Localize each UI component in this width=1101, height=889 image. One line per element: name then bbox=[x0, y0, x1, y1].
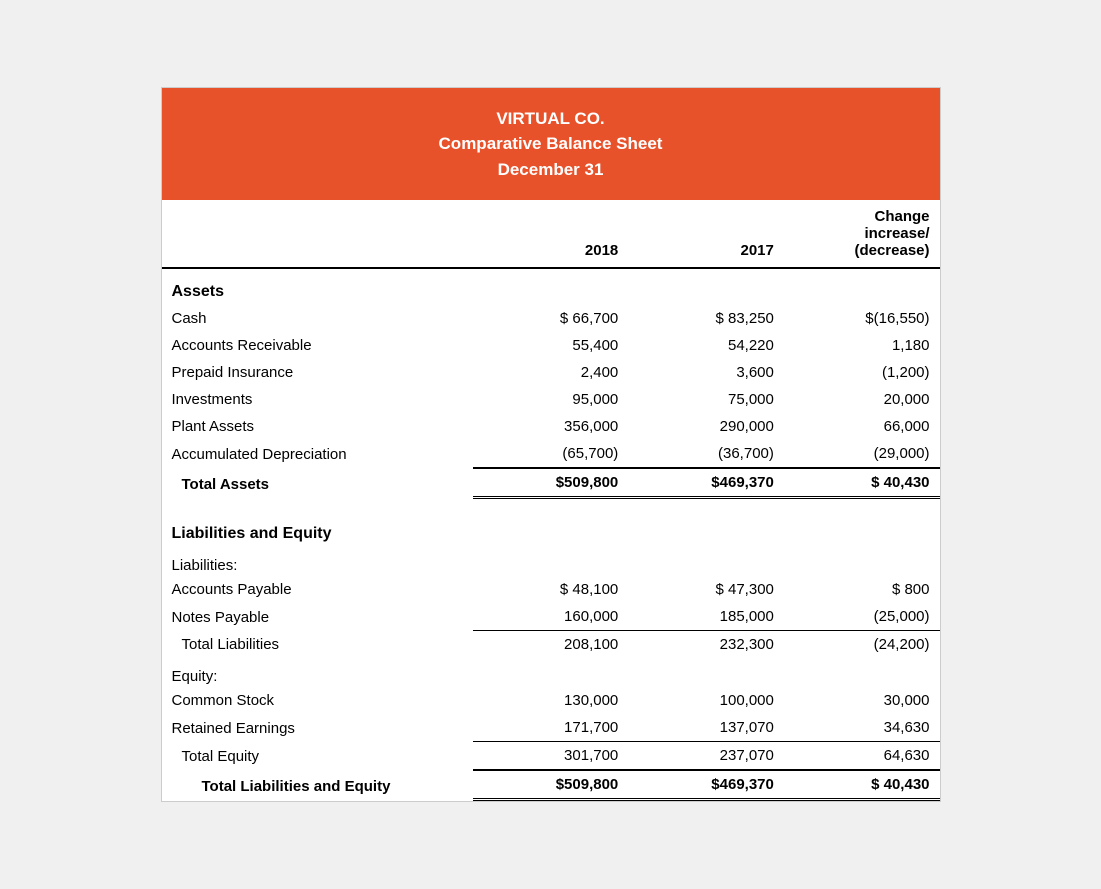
total-liabilities-equity-row: Total Liabilities and Equity $509,800 $4… bbox=[162, 770, 940, 800]
table-row: Accumulated Depreciation (65,700) (36,70… bbox=[162, 440, 940, 468]
total-liabilities-label: Total Liabilities bbox=[162, 631, 473, 659]
retained-earnings-2017: 137,070 bbox=[628, 714, 784, 742]
table-row: Investments 95,000 75,000 20,000 bbox=[162, 386, 940, 413]
common-stock-change: 30,000 bbox=[784, 687, 940, 714]
retained-earnings-2018: 171,700 bbox=[473, 714, 629, 742]
total-assets-change: $ 40,430 bbox=[784, 468, 940, 498]
total-liabilities-equity-label: Total Liabilities and Equity bbox=[162, 770, 473, 800]
total-liabilities-change: (24,200) bbox=[784, 631, 940, 659]
cash-2017: $ 83,250 bbox=[628, 305, 784, 332]
ap-change: $ 800 bbox=[784, 576, 940, 603]
table-row: Plant Assets 356,000 290,000 66,000 bbox=[162, 413, 940, 440]
table-row: Notes Payable 160,000 185,000 (25,000) bbox=[162, 603, 940, 631]
ap-label: Accounts Payable bbox=[162, 576, 473, 603]
np-2017: 185,000 bbox=[628, 603, 784, 631]
plant-2017: 290,000 bbox=[628, 413, 784, 440]
accum-dep-2017: (36,700) bbox=[628, 440, 784, 468]
total-equity-row: Total Equity 301,700 237,070 64,630 bbox=[162, 742, 940, 771]
total-liabilities-2018: 208,100 bbox=[473, 631, 629, 659]
accum-dep-label: Accumulated Depreciation bbox=[162, 440, 473, 468]
total-le-change: $ 40,430 bbox=[784, 770, 940, 800]
prepaid-2018: 2,400 bbox=[473, 359, 629, 386]
plant-change: 66,000 bbox=[784, 413, 940, 440]
total-equity-2017: 237,070 bbox=[628, 742, 784, 771]
table-row: Retained Earnings 171,700 137,070 34,630 bbox=[162, 714, 940, 742]
report-date: December 31 bbox=[172, 157, 930, 183]
equity-sub-header: Equity: bbox=[162, 658, 940, 687]
table-row: Accounts Payable $ 48,100 $ 47,300 $ 800 bbox=[162, 576, 940, 603]
table-row: Prepaid Insurance 2,400 3,600 (1,200) bbox=[162, 359, 940, 386]
col-label-header bbox=[162, 200, 473, 268]
plant-2018: 356,000 bbox=[473, 413, 629, 440]
retained-earnings-label: Retained Earnings bbox=[162, 714, 473, 742]
prepaid-change: (1,200) bbox=[784, 359, 940, 386]
common-stock-2017: 100,000 bbox=[628, 687, 784, 714]
accum-dep-change: (29,000) bbox=[784, 440, 940, 468]
np-label: Notes Payable bbox=[162, 603, 473, 631]
prepaid-2017: 3,600 bbox=[628, 359, 784, 386]
total-equity-change: 64,630 bbox=[784, 742, 940, 771]
total-assets-2018: $509,800 bbox=[473, 468, 629, 498]
table-row: Accounts Receivable 55,400 54,220 1,180 bbox=[162, 332, 940, 359]
investments-change: 20,000 bbox=[784, 386, 940, 413]
np-2018: 160,000 bbox=[473, 603, 629, 631]
investments-2017: 75,000 bbox=[628, 386, 784, 413]
liabilities-equity-label: Liabilities and Equity bbox=[162, 511, 940, 547]
retained-earnings-change: 34,630 bbox=[784, 714, 940, 742]
cash-label: Cash bbox=[162, 305, 473, 332]
table-header: VIRTUAL CO. Comparative Balance Sheet De… bbox=[162, 88, 940, 201]
accum-dep-2018: (65,700) bbox=[473, 440, 629, 468]
liabilities-sub-label: Liabilities: bbox=[162, 547, 940, 576]
total-le-2017: $469,370 bbox=[628, 770, 784, 800]
cash-change: $(16,550) bbox=[784, 305, 940, 332]
balance-sheet-container: VIRTUAL CO. Comparative Balance Sheet De… bbox=[161, 87, 941, 803]
investments-label: Investments bbox=[162, 386, 473, 413]
common-stock-2018: 130,000 bbox=[473, 687, 629, 714]
table-row: Common Stock 130,000 100,000 30,000 bbox=[162, 687, 940, 714]
ar-2017: 54,220 bbox=[628, 332, 784, 359]
ar-label: Accounts Receivable bbox=[162, 332, 473, 359]
cash-2018: $ 66,700 bbox=[473, 305, 629, 332]
total-liabilities-2017: 232,300 bbox=[628, 631, 784, 659]
equity-sub-label: Equity: bbox=[162, 658, 940, 687]
spacer-row bbox=[162, 498, 940, 512]
common-stock-label: Common Stock bbox=[162, 687, 473, 714]
table-row: Cash $ 66,700 $ 83,250 $(16,550) bbox=[162, 305, 940, 332]
assets-section-header: Assets bbox=[162, 268, 940, 305]
investments-2018: 95,000 bbox=[473, 386, 629, 413]
col-2017-header: 2017 bbox=[628, 200, 784, 268]
liabilities-sub-header: Liabilities: bbox=[162, 547, 940, 576]
assets-label: Assets bbox=[162, 268, 940, 305]
total-equity-2018: 301,700 bbox=[473, 742, 629, 771]
ap-2017: $ 47,300 bbox=[628, 576, 784, 603]
total-equity-label: Total Equity bbox=[162, 742, 473, 771]
np-change: (25,000) bbox=[784, 603, 940, 631]
ar-change: 1,180 bbox=[784, 332, 940, 359]
total-assets-label: Total Assets bbox=[162, 468, 473, 498]
plant-label: Plant Assets bbox=[162, 413, 473, 440]
total-assets-2017: $469,370 bbox=[628, 468, 784, 498]
column-headers: 2018 2017 Changeincrease/(decrease) bbox=[162, 200, 940, 268]
col-2018-header: 2018 bbox=[473, 200, 629, 268]
company-name: VIRTUAL CO. bbox=[172, 106, 930, 132]
liabilities-equity-section-header: Liabilities and Equity bbox=[162, 511, 940, 547]
total-assets-row: Total Assets $509,800 $469,370 $ 40,430 bbox=[162, 468, 940, 498]
ap-2018: $ 48,100 bbox=[473, 576, 629, 603]
total-liabilities-row: Total Liabilities 208,100 232,300 (24,20… bbox=[162, 631, 940, 659]
prepaid-label: Prepaid Insurance bbox=[162, 359, 473, 386]
ar-2018: 55,400 bbox=[473, 332, 629, 359]
total-le-2018: $509,800 bbox=[473, 770, 629, 800]
report-title: Comparative Balance Sheet bbox=[172, 131, 930, 157]
col-change-header: Changeincrease/(decrease) bbox=[784, 200, 940, 268]
